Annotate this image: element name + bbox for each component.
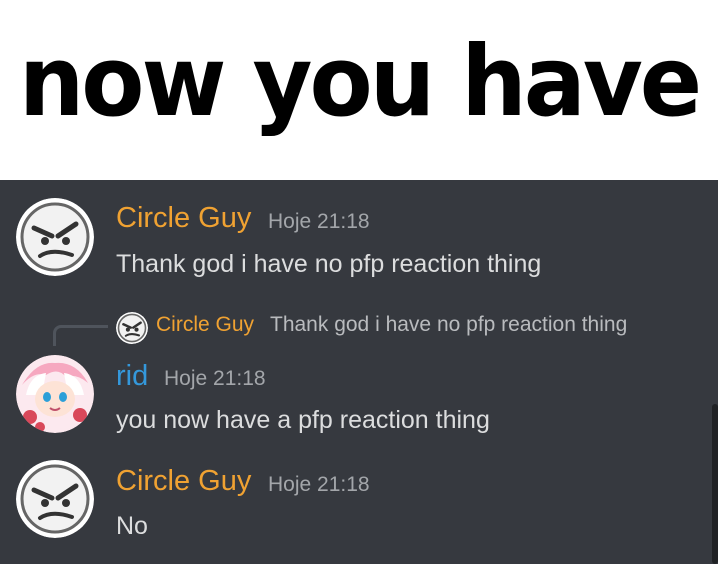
message-author[interactable]: Circle Guy [116, 465, 251, 498]
chat-panel: Circle Guy Hoje 21:18 Thank god i have n… [0, 180, 718, 564]
message-3: Circle Guy Hoje 21:18 No [0, 180, 700, 564]
meme-caption-area: now you have [0, 0, 718, 180]
message-text: No [116, 512, 148, 540]
chat-scrollbar[interactable] [712, 404, 718, 564]
angry-face-avatar-icon[interactable] [16, 460, 94, 538]
message-timestamp: Hoje 21:18 [268, 473, 370, 496]
meme-caption-text: now you have [18, 24, 702, 139]
